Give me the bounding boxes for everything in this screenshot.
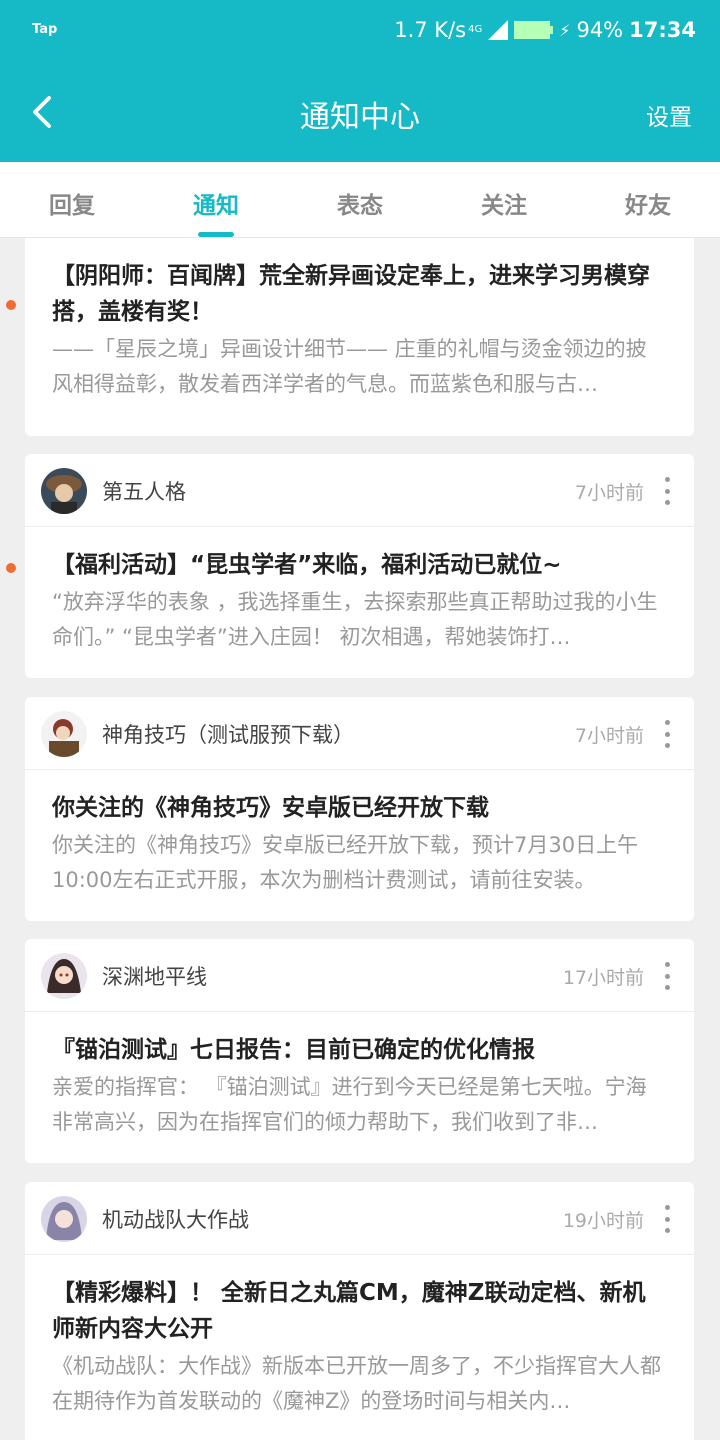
notification-title: 【精彩爆料】！ 全新日之丸篇CM，魔神Z联动定档、新机师新内容大公开 [52, 1280, 646, 1342]
notification-card[interactable]: 【阴阳师：百闻牌】荒全新异画设定奉上，进来学习男模穿搭，盖楼有奖！ ——「星辰之… [25, 238, 694, 436]
unread-dot [6, 563, 16, 573]
notification-excerpt: ——「星辰之境」异画设计细节—— 庄重的礼帽与烫金领边的披风相得益彰，散发着西洋… [52, 337, 647, 396]
card-header: 第五人格 7小时前 [25, 454, 694, 527]
timestamp: 19小时前 [562, 1210, 644, 1232]
notification-excerpt: 亲爱的指挥官： 『锚泊测试』进行到今天已经是第七天啦。宁海非常高兴，因为在指挥官… [52, 1075, 647, 1134]
notification-title: 你关注的《神角技巧》安卓版已经开放下载 [52, 795, 489, 821]
timestamp: 7小时前 [574, 725, 644, 747]
card-header: 深渊地平线 17小时前 [25, 939, 694, 1012]
battery-icon [514, 21, 554, 39]
clock: 17:34 [629, 18, 696, 42]
avatar[interactable] [41, 468, 87, 514]
network-type: 4G [468, 24, 483, 35]
avatar[interactable] [41, 953, 87, 999]
app-bar: 通知中心 设置 [0, 62, 720, 162]
tab-bar: 回复 通知 表态 关注 好友 [0, 162, 720, 238]
network-speed: 1.7 K/s [394, 18, 467, 42]
tab-notifications[interactable]: 通知 [144, 162, 288, 237]
page-title: 通知中心 [300, 100, 420, 135]
more-icon[interactable] [662, 720, 672, 748]
battery-level: 94% [576, 18, 624, 42]
status-app-label: Tap [32, 22, 58, 37]
source-name[interactable]: 机动战队大作战 [102, 1204, 249, 1234]
source-name[interactable]: 深渊地平线 [102, 961, 207, 991]
status-bar: Tap 1.7 K/s 4G ⚡ 94% 17:34 [0, 0, 720, 62]
source-name[interactable]: 第五人格 [102, 476, 186, 506]
tab-active-indicator [198, 232, 234, 237]
source-name[interactable]: 神角技巧（测试服预下载） [102, 719, 354, 749]
notification-title: 【阴阳师：百闻牌】荒全新异画设定奉上，进来学习男模穿搭，盖楼有奖！ [52, 263, 650, 325]
tab-friends[interactable]: 好友 [576, 162, 720, 237]
status-right: 1.7 K/s 4G ⚡ 94% 17:34 [394, 18, 696, 42]
notification-feed[interactable]: 【阴阳师：百闻牌】荒全新异画设定奉上，进来学习男模穿搭，盖楼有奖！ ——「星辰之… [0, 238, 720, 1440]
notification-card[interactable]: 机动战队大作战 19小时前 【精彩爆料】！ 全新日之丸篇CM，魔神Z联动定档、新… [25, 1182, 694, 1440]
signal-icon [488, 20, 509, 40]
tab-reactions[interactable]: 表态 [288, 162, 432, 237]
notification-excerpt: 你关注的《神角技巧》安卓版已经开放下载，预计7月30日上午10:00左右正式开服… [52, 833, 639, 892]
notification-card[interactable]: 第五人格 7小时前 【福利活动】“昆虫学者”来临，福利活动已就位~ “放弃浮华的… [25, 454, 694, 678]
avatar[interactable] [41, 1196, 87, 1242]
card-header: 机动战队大作战 19小时前 [25, 1182, 694, 1255]
more-icon[interactable] [662, 477, 672, 505]
settings-button[interactable]: 设置 [646, 98, 692, 132]
notification-card[interactable]: 神角技巧（测试服预下载） 7小时前 你关注的《神角技巧》安卓版已经开放下载 你关… [25, 697, 694, 921]
notification-excerpt: 《机动战队：大作战》新版本已开放一周多了，不少指挥官大人都在期待作为首发联动的《… [52, 1354, 661, 1413]
card-header: 神角技巧（测试服预下载） 7小时前 [25, 697, 694, 770]
notification-title: 【福利活动】“昆虫学者”来临，福利活动已就位~ [52, 552, 562, 578]
notification-title: 『锚泊测试』七日报告：目前已确定的优化情报 [52, 1037, 535, 1063]
timestamp: 7小时前 [574, 482, 644, 504]
charging-icon: ⚡ [559, 20, 571, 40]
more-icon[interactable] [662, 1205, 672, 1233]
unread-dot [6, 300, 16, 310]
notification-card[interactable]: 深渊地平线 17小时前 『锚泊测试』七日报告：目前已确定的优化情报 亲爱的指挥官… [25, 939, 694, 1163]
avatar[interactable] [41, 711, 87, 757]
notification-excerpt: “放弃浮华的表象 ，我选择重生，去探索那些真正帮助过我的小生命们。” “昆虫学者… [52, 590, 658, 649]
tab-reply[interactable]: 回复 [0, 162, 144, 237]
timestamp: 17小时前 [562, 967, 644, 989]
tab-following[interactable]: 关注 [432, 162, 576, 237]
more-icon[interactable] [662, 962, 672, 990]
